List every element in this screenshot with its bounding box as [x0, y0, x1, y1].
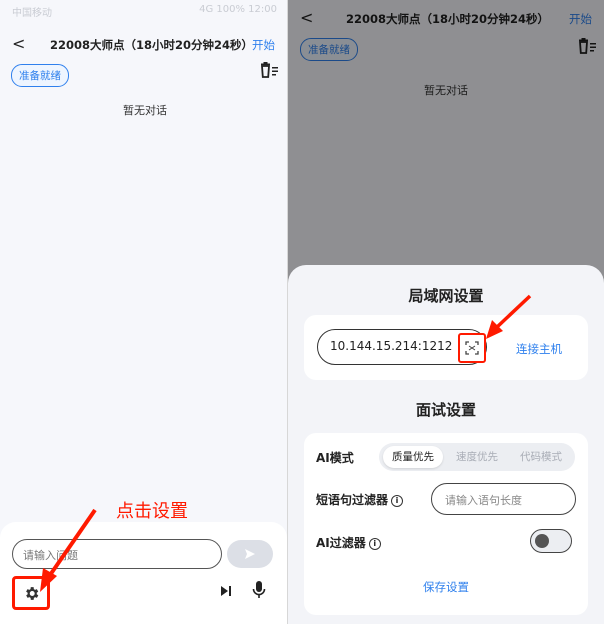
- skip-button[interactable]: [218, 582, 234, 600]
- scan-icon: [465, 341, 479, 355]
- mode-option-speed[interactable]: 速度优先: [447, 446, 507, 468]
- annotation-text: 点击设置: [116, 501, 188, 522]
- send-icon: [245, 549, 255, 559]
- question-input[interactable]: 请输入问题: [12, 539, 222, 569]
- header: < 22008大师点（18小时20分钟24秒） 开始: [0, 30, 287, 60]
- status-right-text: 4G 100% 12:00: [199, 4, 277, 15]
- ai-filter-row: AI过滤器 i: [316, 534, 381, 551]
- gear-icon: [26, 587, 39, 600]
- ai-filter-toggle[interactable]: [530, 529, 572, 553]
- send-button[interactable]: [227, 540, 273, 568]
- ai-filter-label: AI过滤器: [316, 536, 366, 550]
- short-sentence-filter-row: 短语句过滤器 i: [316, 491, 404, 508]
- toggle-knob: [535, 534, 549, 548]
- left-screen: 中国移动 4G 100% 12:00 < 22008大师点（18小时20分钟24…: [0, 0, 287, 624]
- back-button[interactable]: <: [12, 34, 25, 53]
- page-title: 22008大师点（18小时20分钟24秒）: [50, 38, 254, 52]
- short-filter-label: 短语句过滤器: [316, 493, 389, 507]
- skip-icon: [221, 586, 231, 596]
- mode-option-quality[interactable]: 质量优先: [383, 446, 443, 468]
- ai-mode-label: AI模式: [316, 451, 354, 465]
- empty-state-text: 暂无对话: [123, 104, 167, 117]
- info-icon[interactable]: i: [368, 538, 381, 550]
- connect-host-link[interactable]: 连接主机: [516, 341, 562, 357]
- settings-button[interactable]: [12, 576, 50, 610]
- lan-card: 10.144.15.214:1212 连接主机: [304, 315, 588, 380]
- mic-button[interactable]: [251, 580, 267, 600]
- status-bar: 中国移动 4G 100% 12:00: [0, 0, 287, 22]
- save-settings-link[interactable]: 保存设置: [304, 579, 588, 595]
- scan-button[interactable]: [458, 333, 486, 363]
- right-screen: < 22008大师点（18小时20分钟24秒） 开始 准备就绪 暂无对话 局域网…: [288, 0, 604, 624]
- interview-card: AI模式 质量优先 速度优先 代码模式 短语句过滤器 i 请输入语句长度 AI过滤…: [304, 433, 588, 615]
- mic-icon: [252, 581, 266, 598]
- sentence-length-input[interactable]: 请输入语句长度: [431, 483, 576, 515]
- ready-badge: 准备就绪: [11, 64, 69, 87]
- interview-settings-title: 面试设置: [415, 401, 476, 419]
- trash-list-icon[interactable]: [258, 61, 280, 83]
- lan-settings-title: 局域网设置: [408, 287, 484, 305]
- start-button[interactable]: 开始: [252, 37, 275, 53]
- ai-mode-segmented-control: 质量优先 速度优先 代码模式: [379, 443, 575, 471]
- carrier-text: 中国移动: [12, 8, 52, 19]
- info-icon[interactable]: i: [391, 495, 404, 507]
- settings-sheet: 局域网设置 10.144.15.214:1212 连接主机 面试设置 AI模式 …: [288, 265, 604, 624]
- mode-option-code[interactable]: 代码模式: [511, 446, 571, 468]
